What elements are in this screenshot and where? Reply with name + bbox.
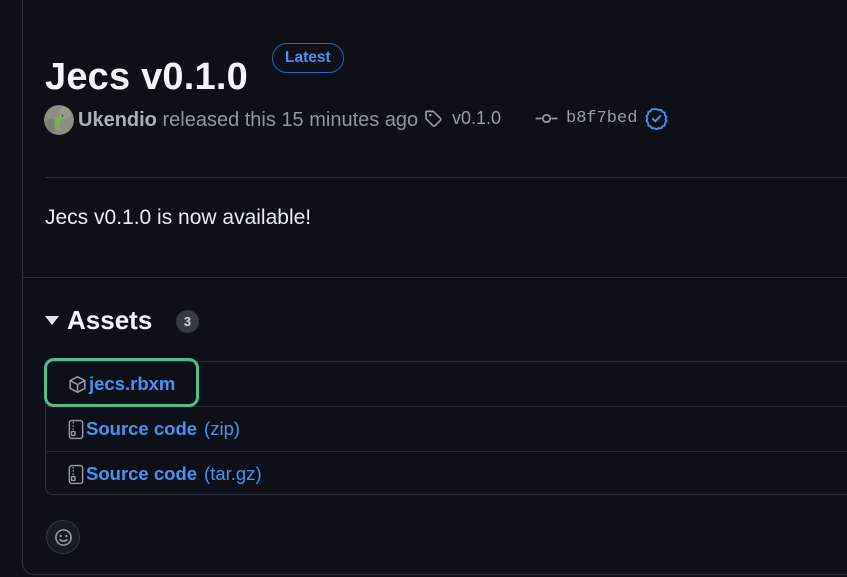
- release-title: Jecs v0.1.0: [45, 55, 248, 99]
- release-byline: Ukendio released this 15 minutes ago: [78, 109, 418, 132]
- latest-release-badge-label: Latest: [285, 49, 331, 67]
- author-avatar[interactable]: [44, 105, 74, 135]
- asset-row-jecs-rbxm[interactable]: jecs.rbxm: [46, 362, 847, 406]
- file-zip-icon: [68, 419, 84, 440]
- released-ago-text: released this 15 minutes ago: [162, 109, 418, 131]
- body-divider: [23, 277, 847, 278]
- asset-link-suffix: (zip): [204, 418, 240, 440]
- header-divider: [45, 177, 847, 178]
- asset-link-label: Source code: [86, 418, 197, 440]
- smiley-icon: [54, 528, 73, 547]
- author-login-link[interactable]: Ukendio: [78, 109, 157, 131]
- avatar-image: [44, 105, 74, 135]
- release-description: Jecs v0.1.0 is now available!: [45, 206, 311, 230]
- asset-link-suffix: (tar.gz): [204, 463, 262, 485]
- verified-badge-icon[interactable]: [645, 107, 668, 130]
- asset-row-source-zip[interactable]: Source code (zip): [46, 406, 847, 451]
- assets-heading-label: Assets: [67, 305, 152, 335]
- add-reaction-button[interactable]: [46, 520, 80, 554]
- release-page: Jecs v0.1.0 Latest Ukendio released this…: [0, 0, 847, 577]
- asset-row-source-targz[interactable]: Source code (tar.gz): [46, 451, 847, 496]
- asset-link-label: jecs.rbxm: [89, 373, 175, 395]
- commit-sha-link[interactable]: b8f7bed: [566, 109, 637, 128]
- package-icon: [68, 375, 87, 394]
- assets-toggle[interactable]: Assets: [45, 305, 152, 335]
- tag-icon: [424, 109, 443, 128]
- file-zip-icon: [68, 464, 84, 485]
- latest-release-badge[interactable]: Latest: [272, 43, 344, 73]
- release-commit: b8f7bed: [535, 107, 668, 130]
- tag-name: v0.1.0: [452, 108, 501, 129]
- caret-down-icon: [45, 316, 59, 325]
- commit-icon: [535, 111, 558, 126]
- assets-count-badge: 3: [176, 310, 199, 333]
- asset-link-label: Source code: [86, 463, 197, 485]
- assets-table: jecs.rbxm Source code (zip): [45, 361, 847, 495]
- release-tag: v0.1.0: [424, 108, 501, 129]
